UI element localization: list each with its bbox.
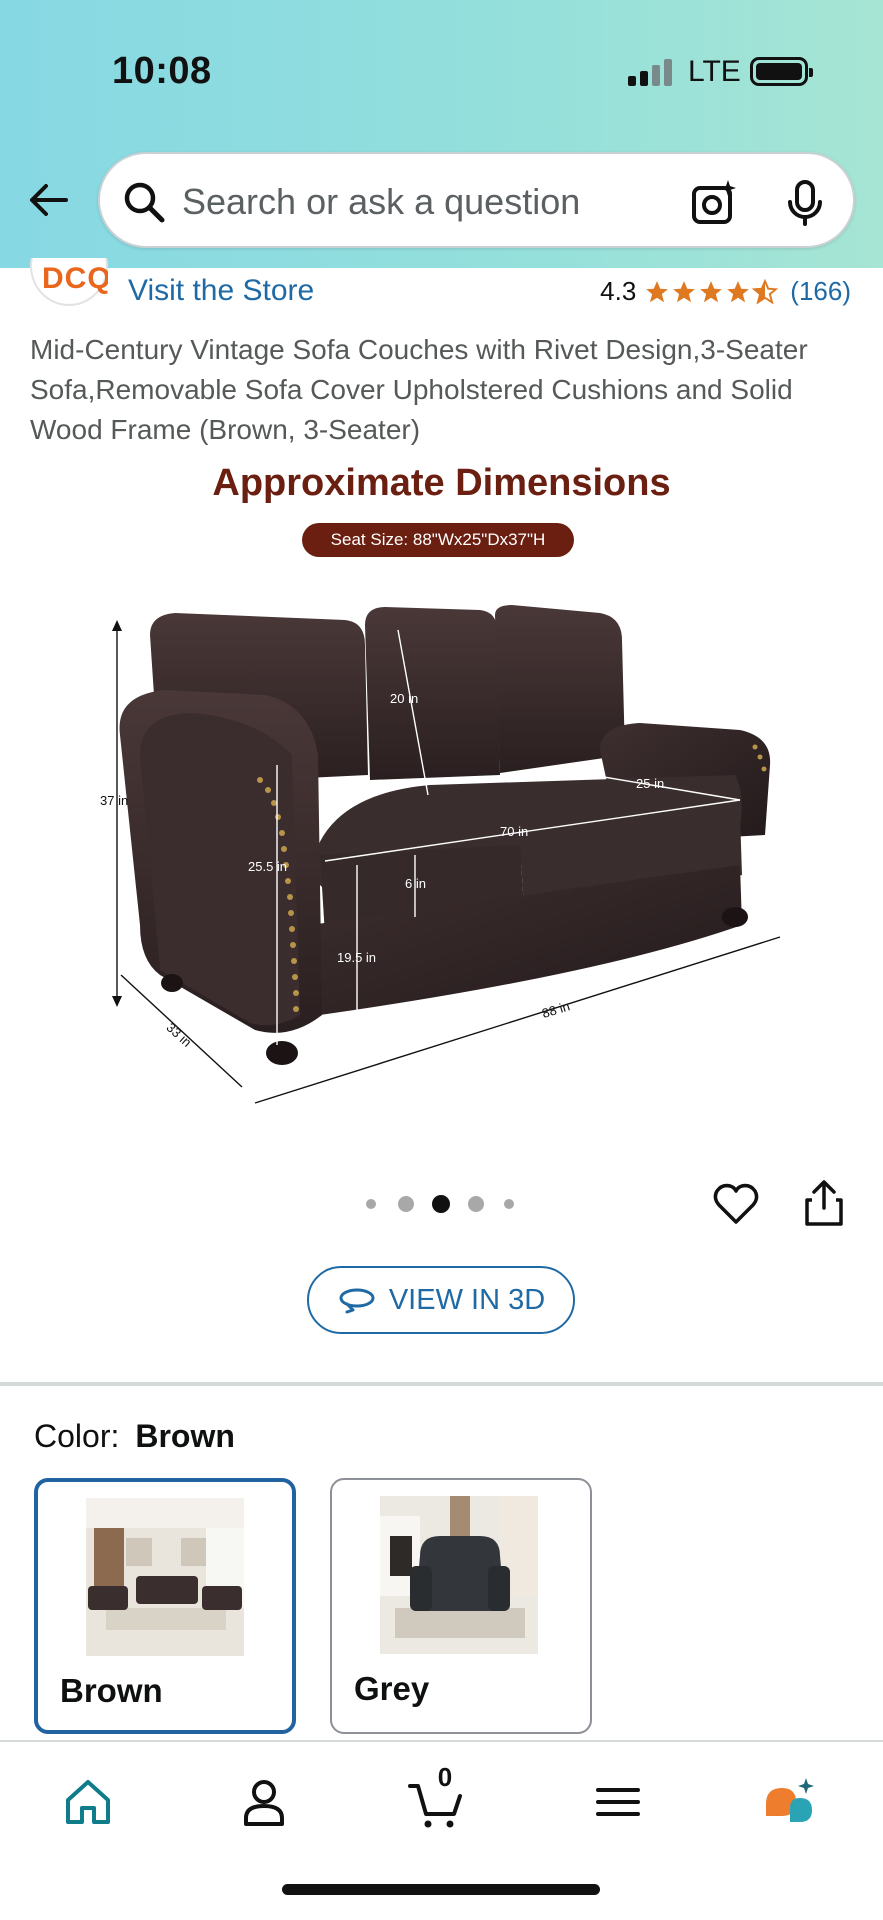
swatch-image-brown [86, 1498, 244, 1656]
share-icon[interactable] [800, 1178, 848, 1228]
swatch-image-grey [380, 1496, 538, 1654]
cellular-signal-icon [628, 58, 672, 86]
app-header: 10:08 LTE [0, 0, 883, 268]
section-divider [0, 1382, 883, 1386]
dimension-label-width: 88 in [540, 998, 571, 1021]
microphone-icon[interactable] [780, 178, 830, 228]
battery-icon [750, 57, 813, 86]
search-bar[interactable] [98, 152, 855, 248]
rating-value: 4.3 [600, 276, 637, 306]
dimension-label-seat-depth: 25 in [636, 776, 664, 791]
search-icon [124, 182, 165, 223]
image-carousel-dots[interactable] [360, 1192, 530, 1216]
camera-search-icon[interactable] [690, 178, 740, 228]
dimension-label-seat-height: 19.5 in [337, 950, 376, 965]
back-arrow-icon[interactable] [26, 178, 70, 222]
carousel-dot[interactable] [398, 1196, 414, 1212]
carousel-dot[interactable] [504, 1199, 514, 1209]
product-title: Mid-Century Vintage Sofa Couches with Ri… [30, 334, 808, 445]
home-icon[interactable] [58, 1772, 118, 1832]
network-type: LTE [688, 55, 741, 88]
swatch-label-brown: Brown [60, 1672, 163, 1709]
carousel-dot-active[interactable] [432, 1195, 450, 1213]
heart-icon[interactable] [712, 1180, 760, 1228]
dimension-label-height: 37 in [100, 793, 128, 808]
rotate-3d-icon [339, 1288, 375, 1314]
rating-summary[interactable]: 4.3 (166) [600, 276, 851, 307]
status-time: 10:08 [112, 50, 212, 92]
dimension-label-arm: 25.5 in [248, 859, 287, 874]
dimension-label-seat-width: 70 in [500, 824, 528, 839]
visit-store-link[interactable]: Visit the Store [128, 274, 314, 308]
swatch-label-grey: Grey [354, 1670, 430, 1707]
brand-logo[interactable]: DCQ [30, 258, 108, 308]
dimension-label-depth: 33 in [163, 1020, 194, 1050]
search-input[interactable] [182, 176, 662, 228]
star-rating-icon [644, 278, 779, 305]
home-indicator[interactable] [282, 1884, 600, 1895]
cart-count-badge: 0 [437, 1762, 453, 1792]
view-in-3d-button[interactable]: VIEW IN 3D [307, 1266, 575, 1334]
color-label-text: Color: [34, 1418, 120, 1454]
product-image-sofa[interactable]: 37 in 33 in 88 in 20 in 25 in 70 in 25.5… [0, 455, 883, 1115]
dimension-label-cushion: 6 in [405, 876, 426, 891]
menu-icon[interactable] [588, 1772, 648, 1832]
dimension-label-back: 20 in [390, 691, 418, 706]
color-selector-label: Color: Brown [34, 1418, 235, 1455]
account-icon[interactable] [234, 1772, 294, 1832]
rating-count: (166) [790, 276, 851, 306]
color-selected-value: Brown [135, 1418, 235, 1454]
color-swatch-brown[interactable]: Brown [34, 1478, 296, 1734]
carousel-dot[interactable] [468, 1196, 484, 1212]
rufus-assistant-icon[interactable] [760, 1772, 820, 1832]
color-swatch-grey[interactable]: Grey [330, 1478, 592, 1734]
carousel-dot[interactable] [366, 1199, 376, 1209]
brand-logo-text: DCQ [42, 262, 108, 295]
view-in-3d-label: VIEW IN 3D [388, 1283, 546, 1316]
